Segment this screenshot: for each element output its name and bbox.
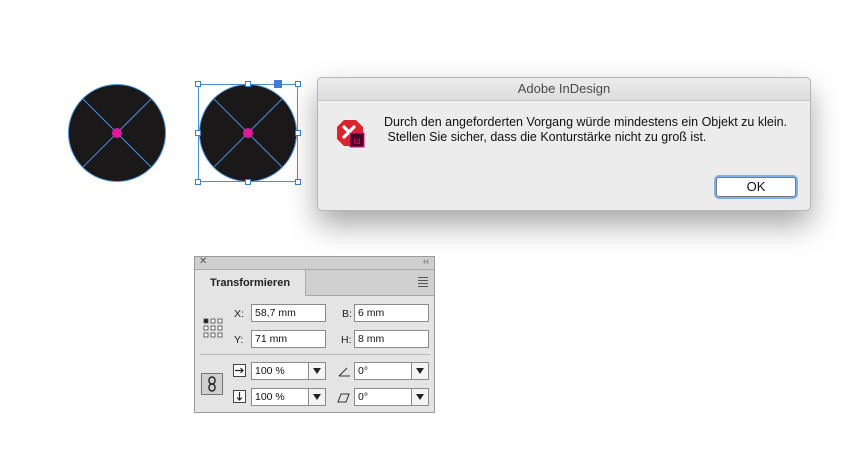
scale-x-dropdown[interactable]: 100 % [251, 362, 326, 380]
scale-y-icon [233, 390, 246, 403]
panel-header-bar: ✕ ‹‹ [195, 256, 434, 270]
tab-transformieren[interactable]: Transformieren [195, 270, 306, 296]
dialog-message: Durch den angeforderten Vorgang würde mi… [384, 115, 794, 145]
shear-dropdown[interactable]: 0° [354, 388, 429, 406]
width-label: B: [342, 308, 352, 320]
y-position-field[interactable]: 71 mm [251, 330, 326, 348]
handle-bottom-right[interactable] [295, 179, 301, 185]
selection-bounding-box [198, 84, 298, 182]
width-field[interactable]: 6 mm [354, 304, 429, 322]
dialog-message-line-1: Durch den angeforderten Vorgang würde mi… [384, 115, 788, 129]
scale-y-value: 100 % [255, 391, 285, 403]
dialog-message-line-2: Stellen Sie sicher, dass die Konturstärk… [384, 130, 707, 144]
handle-top-middle[interactable] [245, 81, 251, 87]
constrain-proportions-button[interactable] [201, 373, 223, 395]
handle-top-right[interactable] [295, 81, 301, 87]
chevron-down-icon[interactable] [411, 389, 428, 405]
handle-middle-right[interactable] [295, 130, 301, 136]
x-position-field[interactable]: 58,7 mm [251, 304, 326, 322]
ok-button[interactable]: OK [716, 177, 796, 197]
scale-x-icon [233, 364, 246, 377]
reference-point-icon[interactable] [203, 318, 223, 338]
close-icon[interactable]: ✕ [199, 256, 207, 267]
handle-bottom-left[interactable] [195, 179, 201, 185]
chevron-down-icon[interactable] [308, 389, 325, 405]
height-field[interactable]: 8 mm [354, 330, 429, 348]
scale-y-dropdown[interactable]: 100 % [251, 388, 326, 406]
alert-dialog: Adobe InDesign Id Durch den angeforderte… [317, 77, 811, 211]
handle-bottom-middle[interactable] [245, 179, 251, 185]
panel-divider [200, 354, 430, 355]
handle-top-left[interactable] [195, 81, 201, 87]
circle-object-left[interactable] [67, 84, 167, 182]
height-label: H: [341, 334, 352, 346]
handle-middle-left[interactable] [195, 130, 201, 136]
shear-angle-icon [337, 393, 350, 403]
chevron-down-icon[interactable] [411, 363, 428, 379]
x-label: X: [234, 308, 244, 320]
chain-link-icon [208, 376, 216, 392]
rotation-dropdown[interactable]: 0° [354, 362, 429, 380]
chevron-down-icon[interactable] [308, 363, 325, 379]
rotation-angle-icon [338, 367, 350, 377]
indesign-alert-icon: Id [337, 120, 365, 148]
rotation-value: 0° [358, 365, 369, 377]
collapse-icon[interactable]: ‹‹ [423, 256, 429, 266]
y-label: Y: [234, 334, 244, 346]
dialog-title: Adobe InDesign [318, 78, 810, 101]
panel-tab-strip: Transformieren [195, 270, 434, 296]
icon-badge-text: Id [354, 137, 361, 146]
scale-x-value: 100 % [255, 365, 285, 377]
anchor-point-icon[interactable] [274, 80, 282, 88]
panel-menu-icon[interactable] [418, 277, 428, 289]
shear-value: 0° [358, 391, 369, 403]
